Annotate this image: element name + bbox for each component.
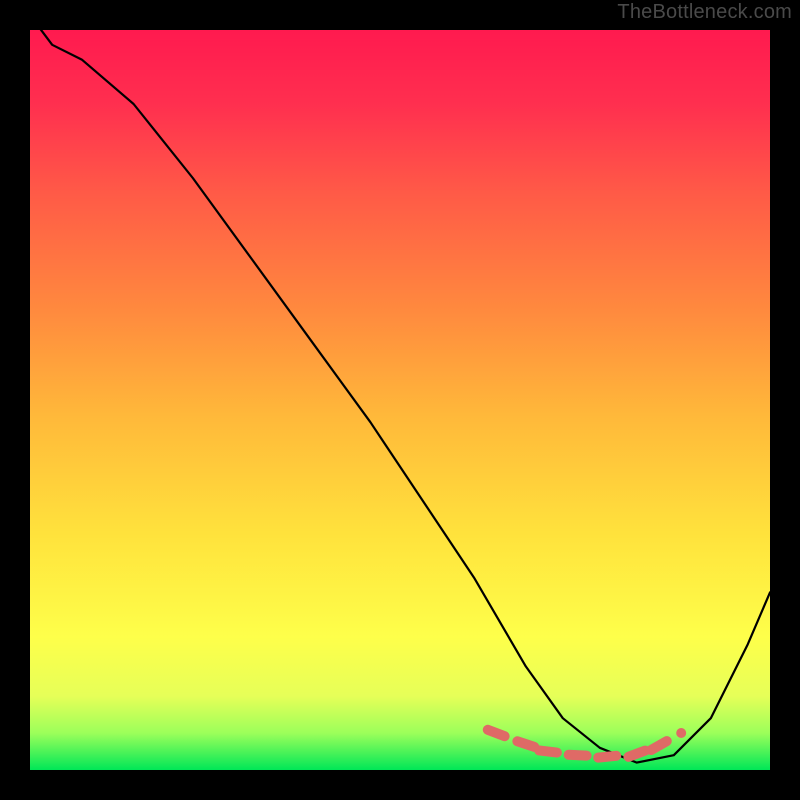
valley-marker (598, 756, 616, 758)
bottleneck-curve (30, 15, 770, 762)
valley-marker (651, 741, 667, 750)
valley-markers (488, 730, 681, 758)
watermark-text: TheBottleneck.com (617, 1, 792, 24)
valley-marker (488, 730, 505, 736)
curve-svg (30, 30, 770, 770)
plot-area (30, 30, 770, 770)
valley-marker (517, 741, 534, 747)
valley-marker (628, 751, 645, 757)
chart-frame: TheBottleneck.com (0, 0, 800, 800)
valley-marker (569, 755, 587, 756)
valley-marker (539, 750, 557, 752)
